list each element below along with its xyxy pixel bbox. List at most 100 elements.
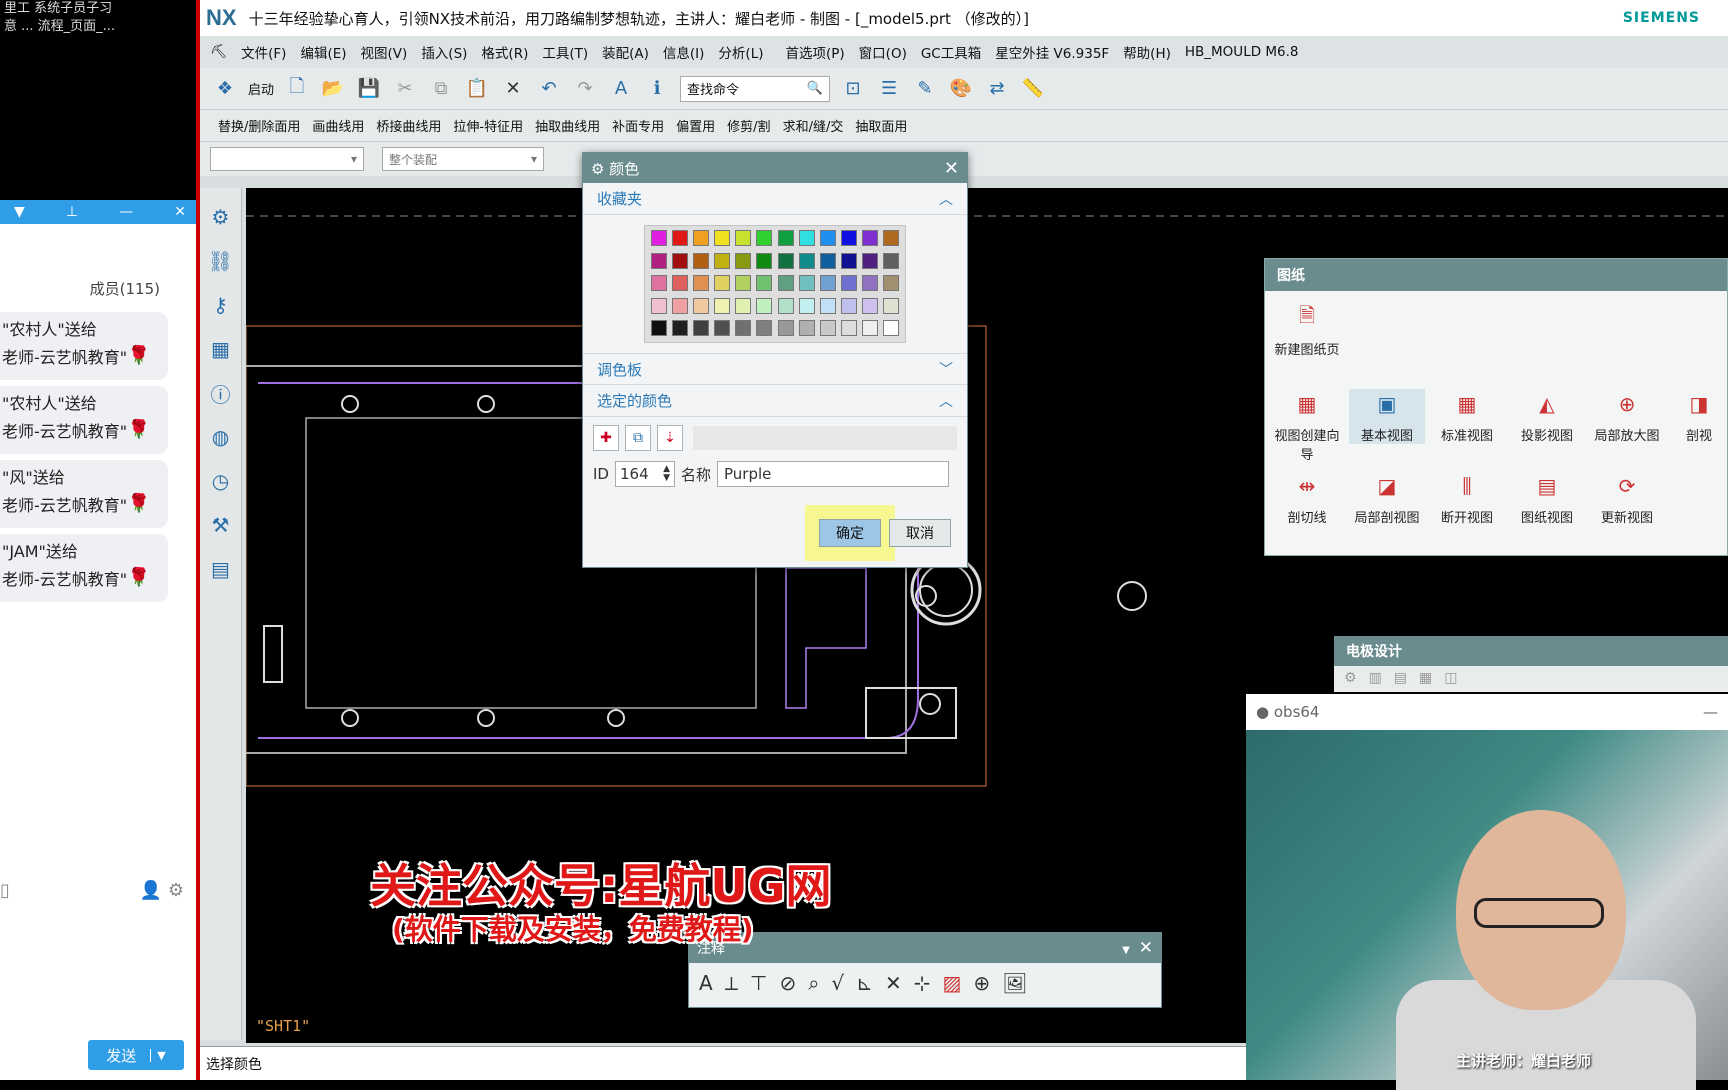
color-swatch[interactable] — [651, 297, 667, 314]
color-swatch[interactable] — [693, 320, 710, 337]
color-swatch[interactable] — [798, 252, 815, 269]
break-out-section-button[interactable]: ◪ 局部剖视图 — [1349, 471, 1425, 526]
tb2-replace-delete-face[interactable]: 替换/删除面用 — [218, 116, 300, 135]
new-file-icon[interactable]: 🗋 — [284, 76, 310, 102]
save-icon[interactable]: 💾 — [356, 76, 382, 102]
menu-view[interactable]: 视图(V) — [361, 42, 408, 62]
roles-icon[interactable]: ▤ — [206, 554, 236, 584]
part-navigator-icon[interactable]: ⚷ — [206, 290, 236, 320]
gear-icon[interactable]: ⚙ — [591, 160, 604, 178]
pin-icon[interactable]: ⊥ — [66, 204, 78, 220]
color-swatch[interactable] — [651, 230, 667, 246]
color-swatch[interactable] — [693, 252, 710, 269]
color-swatch[interactable] — [798, 230, 815, 246]
minimize-icon[interactable]: — — [119, 204, 133, 220]
close-icon[interactable]: ✕ — [944, 158, 959, 179]
menu-icon[interactable]: ⛏ — [210, 44, 227, 60]
color-swatch[interactable] — [651, 320, 667, 337]
tb2-unite[interactable]: 求和/缝/交 — [783, 116, 844, 135]
tool-icon[interactable]: ▤ — [1394, 670, 1407, 688]
search-command-input[interactable]: 查找命令 🔍 — [680, 75, 831, 102]
color-swatch[interactable] — [714, 230, 731, 246]
drawing-view-button[interactable]: ▤ 图纸视图 — [1509, 471, 1585, 526]
weld-symbol-icon[interactable]: ⊾ — [856, 971, 873, 995]
color-swatch[interactable] — [672, 320, 689, 337]
color-swatch[interactable] — [756, 297, 773, 314]
gear-icon[interactable]: ⚙ — [206, 202, 236, 232]
projected-view-button[interactable]: ◭ 投影视图 — [1509, 389, 1585, 444]
note-icon[interactable]: A — [699, 971, 713, 995]
color-swatch[interactable] — [861, 297, 878, 314]
color-swatch[interactable] — [735, 320, 752, 337]
send-button[interactable]: 发送 ▼ — [88, 1040, 184, 1070]
color-swatch[interactable] — [651, 275, 667, 292]
color-swatch[interactable] — [672, 275, 689, 292]
menu-edit[interactable]: 编辑(E) — [300, 42, 346, 62]
color-name-field[interactable]: Purple — [717, 461, 949, 487]
reuse-library-icon[interactable]: ▦ — [206, 334, 236, 364]
search-icon[interactable]: 🔍 — [807, 81, 823, 96]
color-swatch[interactable] — [882, 252, 899, 269]
menu-analysis[interactable]: 分析(L) — [718, 42, 763, 62]
add-favorite-icon[interactable]: ✚ — [593, 425, 619, 451]
assembly-navigator-icon[interactable]: ⛓ — [206, 246, 236, 276]
color-swatch[interactable] — [882, 275, 899, 292]
color-swatch[interactable] — [672, 252, 689, 269]
tool-icon[interactable]: ▦ — [1419, 670, 1432, 688]
color-swatch[interactable] — [819, 230, 836, 246]
undo-icon[interactable]: ↶ — [536, 76, 562, 102]
edit-object-icon[interactable]: ✎ — [912, 76, 938, 102]
hd3d-icon[interactable]: ⓘ — [206, 378, 236, 408]
measure-icon[interactable]: 📏 — [1020, 76, 1046, 102]
cancel-button[interactable]: 取消 — [889, 519, 951, 547]
color-swatch[interactable] — [840, 230, 857, 246]
new-sheet-button[interactable]: 🗎 新建图纸页 — [1269, 303, 1345, 358]
chevron-down-icon[interactable]: ﹀ — [939, 359, 953, 379]
menu-help[interactable]: 帮助(H) — [1123, 42, 1171, 62]
color-swatch[interactable] — [735, 252, 752, 269]
minimize-icon[interactable]: — — [1703, 703, 1718, 721]
close-icon[interactable]: ✕ — [1139, 938, 1153, 958]
gear-icon[interactable]: ⚙ — [168, 880, 184, 901]
color-swatch[interactable] — [819, 252, 836, 269]
tool-icon[interactable]: ◫ — [1444, 670, 1457, 688]
chevron-up-icon[interactable]: ︿ — [939, 189, 953, 209]
color-icon[interactable]: 🎨 — [948, 76, 974, 102]
tb2-offset[interactable]: 偏置用 — [676, 116, 715, 135]
color-swatch[interactable] — [798, 320, 815, 337]
copy-color-icon[interactable]: ⧉ — [625, 425, 651, 451]
target-point-icon[interactable]: ⊕ — [973, 971, 990, 995]
section-line-button[interactable]: ⇹ 剖切线 — [1269, 471, 1345, 526]
type-filter-select[interactable]: ▾ — [210, 147, 364, 171]
centerline-icon[interactable]: ✕ — [885, 971, 902, 995]
menu-tools[interactable]: 工具(T) — [542, 42, 588, 62]
color-swatch[interactable] — [777, 252, 794, 269]
menu-assembly[interactable]: 装配(A) — [602, 42, 649, 62]
menu-info[interactable]: 信息(I) — [663, 42, 705, 62]
color-id-spinner[interactable]: 164 ▲ ▼ — [614, 461, 675, 487]
info-icon[interactable]: ℹ — [644, 76, 670, 102]
color-swatch[interactable] — [756, 275, 773, 292]
fit-view-icon[interactable]: ⊡ — [840, 76, 866, 102]
color-swatch[interactable] — [735, 297, 752, 314]
chevron-up-icon[interactable]: ︿ — [939, 391, 953, 411]
color-swatch[interactable] — [777, 275, 794, 292]
color-swatch[interactable] — [840, 320, 857, 337]
spinner-icon[interactable]: ▲ ▼ — [663, 465, 670, 483]
copy-icon[interactable]: ⧉ — [428, 76, 454, 102]
tb2-draw-curve[interactable]: 画曲线用 — [312, 116, 364, 135]
delete-icon[interactable]: ✕ — [500, 76, 526, 102]
color-swatch[interactable] — [798, 297, 815, 314]
favorites-section-header[interactable]: 收藏夹 ︿ — [583, 183, 967, 215]
view-wizard-button[interactable]: ▦ 视图创建向导 — [1269, 389, 1345, 463]
crosshatch-icon[interactable]: ▨ — [942, 971, 961, 995]
sort-icon[interactable]: ⇣ — [657, 425, 683, 451]
transform-icon[interactable]: ⇄ — [984, 76, 1010, 102]
color-swatch[interactable] — [840, 252, 857, 269]
tool-icon[interactable]: ⚙ — [1344, 670, 1357, 688]
color-swatch[interactable] — [840, 275, 857, 292]
start-icon[interactable]: ❖ — [212, 76, 238, 102]
color-swatch[interactable] — [840, 297, 857, 314]
standard-view-button[interactable]: ▦ 标准视图 — [1429, 389, 1505, 444]
tb2-extract-face[interactable]: 抽取面用 — [855, 116, 907, 135]
